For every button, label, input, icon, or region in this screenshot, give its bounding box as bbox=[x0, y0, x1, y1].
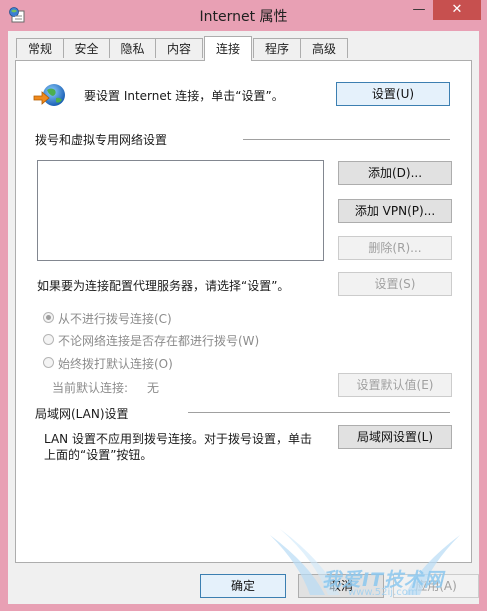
lan-section-header: 局域网(LAN)设置 bbox=[35, 407, 129, 421]
minimize-button[interactable]: — bbox=[406, 0, 432, 20]
remove-button[interactable]: 删除(R)... bbox=[338, 236, 452, 260]
radio-never-dial-label[interactable]: 从不进行拨号连接(C) bbox=[58, 310, 172, 327]
lan-instruction-line2: 上面的“设置”按钮。 bbox=[44, 448, 153, 462]
set-default-button[interactable]: 设置默认值(E) bbox=[338, 373, 452, 397]
tab-security[interactable]: 安全 bbox=[63, 38, 110, 58]
add-button[interactable]: 添加(D)... bbox=[338, 161, 452, 185]
connections-list[interactable] bbox=[37, 160, 324, 261]
tab-connections[interactable]: 连接 bbox=[204, 36, 252, 61]
site-watermark: 我爱IT技术网 www.52ij.com bbox=[250, 525, 480, 600]
lan-settings-button[interactable]: 局域网设置(L) bbox=[338, 425, 452, 449]
radio-always-dial[interactable] bbox=[43, 357, 54, 368]
radio-never-dial[interactable] bbox=[43, 312, 54, 323]
dialup-section-header: 拨号和虚拟专用网络设置 bbox=[35, 133, 168, 147]
tab-general[interactable]: 常规 bbox=[16, 38, 64, 58]
lan-header-divider bbox=[188, 412, 450, 413]
lan-instruction-line1: LAN 设置不应用到拨号连接。对于拨号设置，单击 bbox=[44, 432, 312, 446]
settings-button[interactable]: 设置(S) bbox=[338, 272, 452, 296]
radio-dial-when-no-network[interactable] bbox=[43, 334, 54, 345]
dialup-header-divider bbox=[243, 139, 450, 140]
title-bar[interactable]: Internet 属性 — ✕ bbox=[0, 0, 487, 30]
watermark-url: www.52ij.com bbox=[348, 587, 418, 598]
tab-advanced[interactable]: 高级 bbox=[300, 38, 348, 58]
internet-connection-globe-icon bbox=[33, 84, 65, 106]
tab-content[interactable]: 内容 bbox=[155, 38, 203, 58]
radio-always-dial-label[interactable]: 始终拨打默认连接(O) bbox=[58, 355, 173, 372]
radio-dial-when-no-network-label[interactable]: 不论网络连接是否存在都进行拨号(W) bbox=[58, 332, 259, 349]
setup-button[interactable]: 设置(U) bbox=[336, 82, 450, 106]
current-default-label: 当前默认连接: bbox=[52, 381, 129, 395]
tab-programs[interactable]: 程序 bbox=[253, 38, 301, 58]
add-vpn-button[interactable]: 添加 VPN(P)... bbox=[338, 199, 452, 223]
setup-instruction: 要设置 Internet 连接，单击“设置”。 bbox=[84, 89, 284, 103]
current-default-value: 无 bbox=[147, 381, 160, 395]
close-button[interactable]: ✕ bbox=[433, 0, 481, 20]
tab-privacy[interactable]: 隐私 bbox=[109, 38, 156, 58]
proxy-instruction: 如果要为连接配置代理服务器，请选择“设置”。 bbox=[37, 279, 290, 293]
